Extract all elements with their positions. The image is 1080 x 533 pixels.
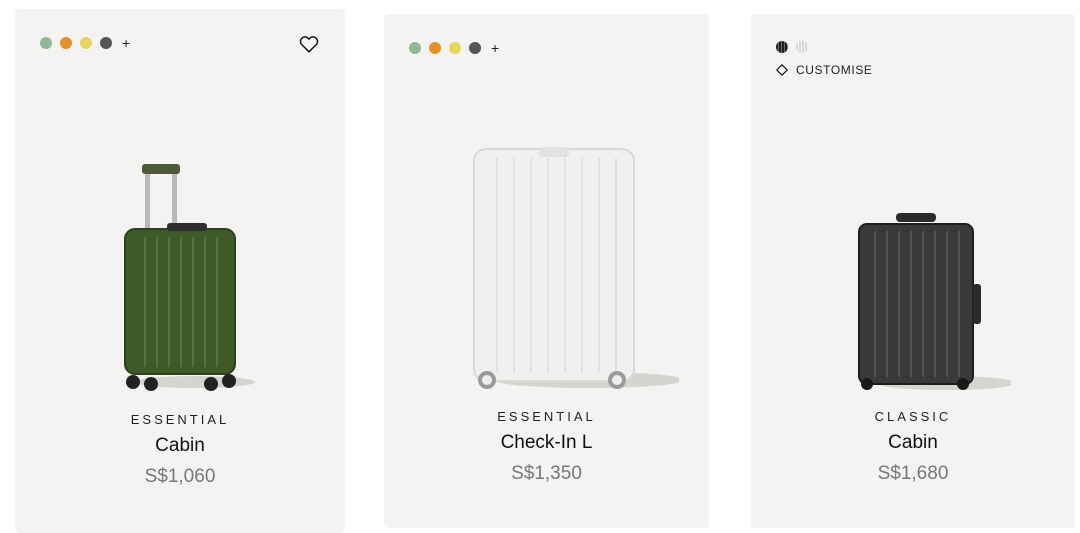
product-image[interactable] [469,144,679,394]
product-collection: ESSENTIAL [130,412,230,427]
color-swatch[interactable] [449,42,461,54]
product-price: S$1,350 [511,463,582,484]
color-swatch[interactable] [796,41,808,53]
product-info: ESSENTIAL Cabin S$1,060 [15,412,345,488]
color-swatch[interactable] [80,37,92,49]
color-swatch[interactable] [100,37,112,49]
product-image[interactable] [115,159,260,394]
color-swatch[interactable] [469,42,481,54]
product-name[interactable]: Cabin [751,432,1075,454]
customise-link[interactable]: CUSTOMISE [776,63,873,77]
color-swatch[interactable] [776,41,788,53]
color-swatch[interactable] [60,37,72,49]
color-swatch[interactable] [429,42,441,54]
color-swatches: + [409,41,499,55]
customise-label: CUSTOMISE [796,63,873,77]
product-name[interactable]: Cabin [15,435,345,457]
product-collection: CLASSIC [874,409,952,424]
product-card[interactable]: + ESSENTIAL Cabin S$1,060 [15,9,345,533]
color-swatches [776,41,808,53]
product-card[interactable]: + ESSENTIAL Check-In L S$1,350 [384,14,709,528]
product-name[interactable]: Check-In L [384,432,709,454]
more-colors-indicator[interactable]: + [491,41,499,55]
product-collection: ESSENTIAL [497,409,596,424]
product-card[interactable]: CUSTOMISE CLASSIC Cabin S$1,680 [751,14,1075,528]
color-swatch[interactable] [409,42,421,54]
color-swatch[interactable] [40,37,52,49]
color-swatches: + [40,36,130,50]
diamond-icon [776,64,788,76]
product-price: S$1,680 [877,463,949,484]
heart-icon[interactable] [298,33,320,55]
product-price: S$1,060 [144,466,216,487]
product-image[interactable] [851,209,1011,394]
product-info: CLASSIC Cabin S$1,680 [751,409,1075,485]
product-info: ESSENTIAL Check-In L S$1,350 [384,409,709,485]
more-colors-indicator[interactable]: + [122,36,130,50]
